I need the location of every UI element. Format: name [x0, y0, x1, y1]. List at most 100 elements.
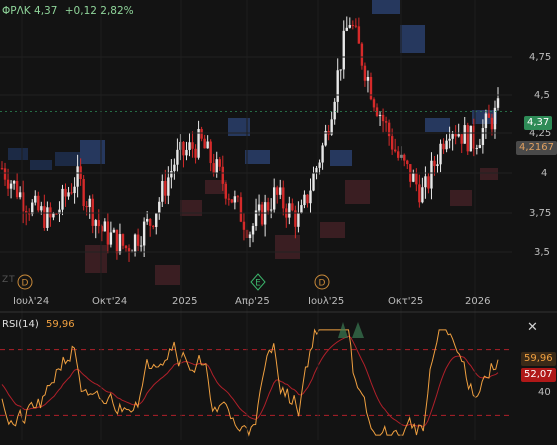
profile-box: [345, 180, 370, 204]
candlestick-series: [0, 16, 512, 262]
candle-body: [312, 173, 315, 191]
chart-canvas[interactable]: DED: [0, 0, 557, 445]
candle-body: [403, 154, 406, 161]
overbought-area: [352, 322, 364, 338]
candle-body: [239, 197, 243, 222]
price-tick: 4: [541, 168, 548, 179]
candle-body: [466, 125, 469, 152]
candle-body: [288, 203, 291, 218]
candle-body: [276, 187, 279, 195]
candle-body: [109, 232, 113, 245]
profile-box: [275, 235, 300, 259]
candle-body: [52, 213, 55, 218]
candle-body: [18, 192, 22, 198]
time-tick: Οκτ'25: [388, 296, 424, 307]
candle-body: [339, 69, 342, 71]
candle-body: [279, 187, 282, 195]
price-tick: 4,75: [529, 52, 552, 63]
candle-body: [215, 159, 218, 173]
candle-body: [148, 218, 152, 226]
candle-body: [167, 177, 170, 196]
candle-body: [73, 186, 76, 194]
candle-body: [91, 198, 94, 226]
candle-body: [269, 209, 273, 211]
candle-body: [34, 195, 37, 203]
candle-body: [209, 141, 212, 164]
candle-body: [112, 229, 116, 233]
rsi-value-tag: 59,96: [521, 352, 556, 366]
close-icon[interactable]: ✕: [527, 320, 538, 335]
candle-body: [64, 188, 67, 197]
event-marker: D: [17, 274, 33, 290]
candle-body: [55, 213, 58, 215]
candle-body: [224, 183, 228, 199]
candle-body: [233, 196, 237, 203]
profile-box: [155, 265, 180, 285]
candle-body: [333, 101, 336, 120]
candle-body: [212, 163, 215, 173]
candle-body: [230, 199, 234, 203]
candle-body: [454, 134, 457, 137]
time-tick: 2026: [465, 296, 491, 307]
profile-box: [372, 0, 400, 14]
candle-body: [136, 234, 140, 246]
rsi-panel: [0, 322, 512, 437]
event-label: D: [22, 279, 29, 289]
event-label: E: [255, 279, 261, 289]
candle-body: [460, 134, 463, 144]
rsi-tick: 40: [538, 387, 551, 398]
candle-body: [242, 221, 246, 230]
candle-body: [49, 207, 52, 218]
candle-body: [321, 145, 324, 163]
candle-body: [173, 164, 176, 172]
candle-body: [31, 202, 34, 215]
candle-body: [67, 192, 70, 197]
candle-body: [415, 173, 418, 185]
profile-box: [400, 25, 425, 53]
candle-body: [433, 160, 436, 167]
candle-body: [424, 176, 427, 188]
candle-body: [176, 149, 179, 165]
time-tick: 2025: [172, 296, 198, 307]
candle-body: [369, 76, 373, 100]
profile-box: [245, 150, 270, 164]
candle-body: [427, 176, 430, 189]
price-tick: 3,5: [534, 247, 550, 258]
profile-box: [320, 222, 345, 238]
event-marker: D: [314, 274, 330, 290]
candle-body: [164, 181, 167, 196]
candle-body: [390, 136, 394, 150]
candle-body: [188, 142, 191, 150]
candle-body: [70, 192, 73, 194]
candle-body: [342, 30, 345, 70]
candle-body: [481, 128, 485, 146]
profile-box: [425, 118, 450, 132]
candle-body: [142, 221, 146, 246]
profile-box: [330, 150, 352, 166]
event-label: D: [319, 279, 326, 289]
candle-body: [487, 113, 491, 118]
candle-body: [260, 204, 264, 225]
candle-body: [206, 141, 209, 149]
candle-body: [493, 107, 497, 130]
symbol-header: ΦΡΛΚ 4,37 +0,12 2,82%: [2, 5, 134, 17]
candle-body: [9, 183, 13, 189]
rsi-title[interactable]: RSI(14): [2, 319, 39, 330]
candle-body: [442, 143, 445, 150]
rsi-ma-tag: 52,07: [521, 368, 556, 382]
profile-box: [450, 190, 472, 206]
symbol-change: +0,12 2,82%: [64, 5, 134, 17]
candle-body: [15, 180, 19, 198]
candle-body: [133, 234, 137, 252]
candle-body: [372, 99, 376, 108]
candle-body: [115, 229, 119, 254]
grid: [0, 0, 557, 440]
candle-body: [145, 218, 149, 222]
candle-body: [82, 179, 85, 206]
candle-body: [118, 234, 122, 254]
candle-body: [170, 171, 173, 178]
symbol-name[interactable]: ΦΡΛΚ: [2, 5, 31, 17]
event-marker: E: [250, 273, 266, 291]
candle-body: [393, 149, 397, 152]
candle-body: [218, 159, 221, 167]
